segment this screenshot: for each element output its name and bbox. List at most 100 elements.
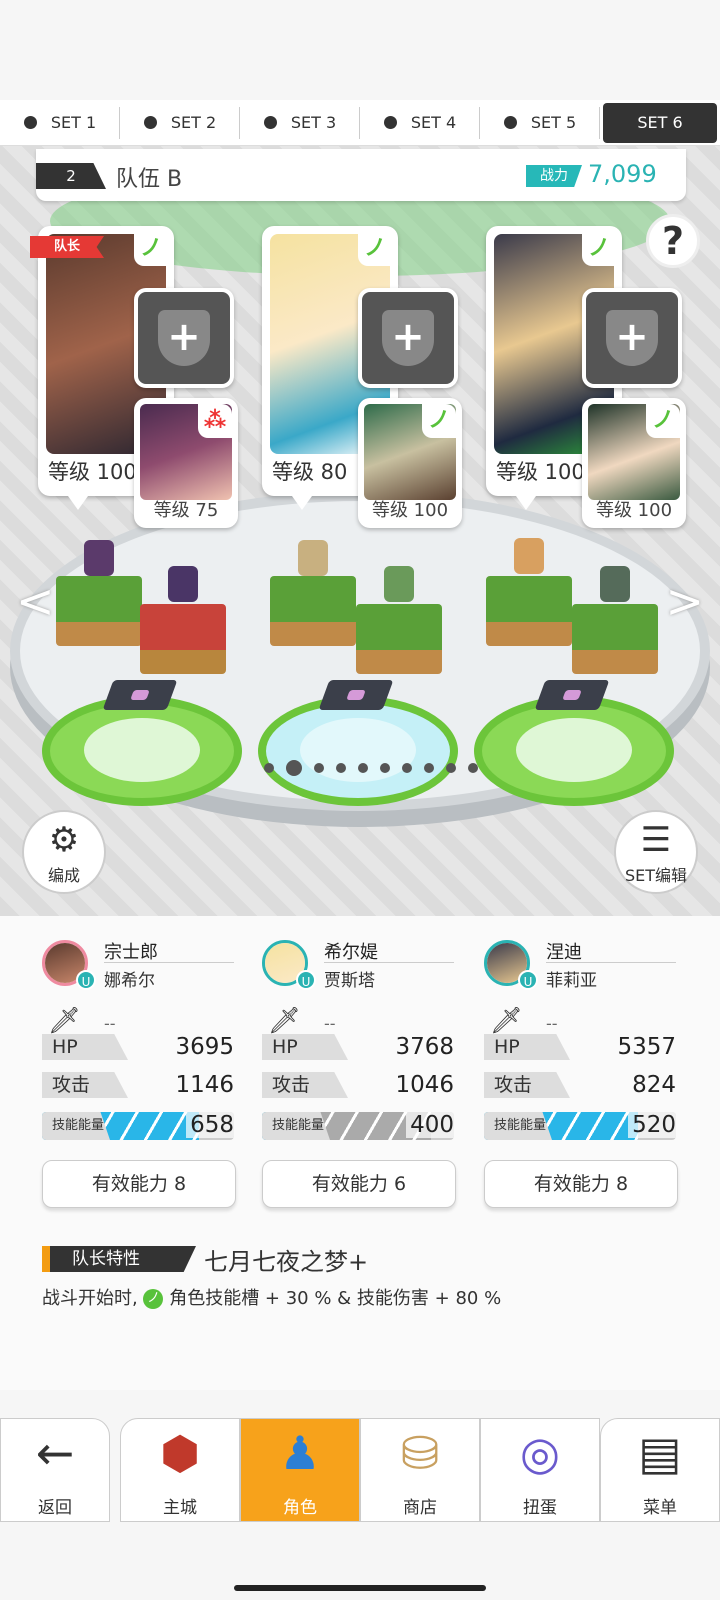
team-stats-panel: U 宗士郎 娜希尔 🗡 -- HP 3695 攻击 1146 技能能量 658 有效…: [0, 916, 720, 1390]
weapon-icon[interactable]: 🗡: [490, 1006, 523, 1036]
bottom-navigation: ← 返回 ⬢ 主城 ♟ 角色 ⛁ 商店 ◎ 扭蛋 ▤ 菜单: [0, 1418, 720, 1522]
page-dot[interactable]: [264, 763, 274, 773]
tab-set-3[interactable]: SET 3: [243, 103, 360, 143]
shop-icon: ⛁: [400, 1426, 440, 1480]
effective-ability-button[interactable]: 有效能力 8: [42, 1160, 236, 1208]
leaf-element-icon: ノ: [134, 232, 168, 266]
atk-value: 1146: [175, 1072, 234, 1098]
help-button[interactable]: ?: [646, 214, 700, 268]
u-badge-icon: U: [76, 970, 96, 990]
next-team-arrow-icon[interactable]: >: [665, 574, 704, 628]
equip-slot-3[interactable]: +: [582, 288, 682, 388]
add-equip-shield-icon: +: [158, 310, 210, 366]
hp-row: HP 3695: [42, 1034, 234, 1062]
nav-character[interactable]: ♟ 角色: [240, 1418, 360, 1522]
nav-label: 主城: [163, 1498, 197, 1518]
set-dot-icon: [263, 116, 277, 129]
name-divider: [546, 962, 676, 963]
tab-set-5[interactable]: SET 5: [483, 103, 600, 143]
character-level: 等级 100: [595, 500, 673, 521]
pixel-block: [56, 576, 142, 646]
formation-pedestal-1[interactable]: [42, 696, 242, 806]
page-dot[interactable]: [336, 763, 346, 773]
nav-back[interactable]: ← 返回: [0, 1418, 110, 1522]
hp-value: 3768: [395, 1034, 454, 1060]
pixel-character-sprite: [84, 540, 114, 576]
nav-shop[interactable]: ⛁ 商店: [360, 1418, 480, 1522]
team-name[interactable]: 队伍 B: [116, 161, 182, 193]
atk-label: 攻击: [484, 1072, 570, 1098]
energy-value: 400: [406, 1112, 454, 1138]
castle-icon: ⬢: [159, 1426, 201, 1480]
atk-row: 攻击 1146: [42, 1072, 234, 1100]
nav-castle[interactable]: ⬢ 主城: [120, 1418, 240, 1522]
tab-label: SET 1: [50, 113, 97, 132]
formation-pedestal-3[interactable]: [474, 696, 674, 806]
page-dot-active[interactable]: [286, 760, 302, 776]
equip-slot-2[interactable]: +: [358, 288, 458, 388]
page-dot[interactable]: [424, 763, 434, 773]
nav-label: 扭蛋: [523, 1498, 557, 1518]
pixel-character-sprite: [168, 566, 198, 602]
power-value: 7,099: [588, 160, 657, 188]
tab-label: SET 5: [530, 113, 577, 132]
atk-value: 824: [632, 1072, 676, 1098]
atk-label: 攻击: [262, 1072, 348, 1098]
set-edit-button[interactable]: ☰ SET编辑: [614, 810, 698, 894]
page-dot[interactable]: [380, 763, 390, 773]
pedestal-center: [516, 718, 632, 782]
pixel-block: [486, 576, 572, 646]
prev-team-arrow-icon[interactable]: <: [16, 574, 55, 628]
tab-set-2[interactable]: SET 2: [123, 103, 240, 143]
leader-ribbon: 队长: [30, 236, 104, 258]
leaf-element-icon: ノ: [422, 404, 456, 438]
nav-gacha[interactable]: ◎ 扭蛋: [480, 1418, 600, 1522]
page-dot[interactable]: [468, 763, 478, 773]
character-level: 等级 75: [153, 500, 219, 521]
equip-slot-1[interactable]: +: [134, 288, 234, 388]
tab-set-6[interactable]: SET 6: [603, 102, 717, 143]
skill-energy-bar: 技能能量 400: [262, 1112, 454, 1140]
page-dot[interactable]: [402, 763, 412, 773]
sub-character-card-1[interactable]: ⁂ 等级 75: [134, 398, 238, 528]
page-dot[interactable]: [314, 763, 324, 773]
tab-label: SET 2: [170, 113, 217, 132]
atk-value: 1046: [395, 1072, 454, 1098]
menu-icon: ▤: [638, 1426, 682, 1480]
nav-menu[interactable]: ▤ 菜单: [600, 1418, 720, 1522]
sub-character-card-3[interactable]: ノ 等级 100: [582, 398, 686, 528]
tab-set-1[interactable]: SET 1: [3, 103, 120, 143]
character-name: 希尔媞: [324, 942, 378, 963]
nav-label: 菜单: [643, 1498, 677, 1518]
formation-tile: [318, 680, 394, 710]
team-number: 2: [36, 163, 106, 189]
formation-pedestal-2[interactable]: [258, 696, 458, 806]
tab-label: SET 3: [290, 113, 337, 132]
atk-row: 攻击 1046: [262, 1072, 454, 1100]
weapon-icon[interactable]: 🗡: [268, 1006, 301, 1036]
formation-gear-icon: ⚙: [48, 820, 80, 860]
dots-element-icon: ⁂: [198, 404, 232, 438]
tab-label: SET 6: [637, 113, 683, 132]
power-label: 战力: [526, 165, 582, 187]
set-dot-icon: [383, 116, 397, 129]
character-icon: ♟: [279, 1426, 321, 1480]
leader-desc-suffix: 角色技能槽 + 30 % & 技能伤害 + 80 %: [169, 1288, 502, 1309]
skill-energy-bar: 技能能量 520: [484, 1112, 676, 1140]
weapon-icon[interactable]: 🗡: [48, 1006, 81, 1036]
energy-label: 技能能量: [484, 1112, 552, 1140]
sub-character-name: 贾斯塔: [324, 971, 375, 991]
home-indicator[interactable]: [234, 1585, 486, 1591]
set-dot-icon: [503, 116, 517, 129]
pixel-character-sprite: [298, 540, 328, 576]
page-dot[interactable]: [358, 763, 368, 773]
effective-ability-button[interactable]: 有效能力 8: [484, 1160, 678, 1208]
tab-set-4[interactable]: SET 4: [363, 103, 480, 143]
character-level: 等级 100: [371, 500, 449, 521]
sub-character-card-2[interactable]: ノ 等级 100: [358, 398, 462, 528]
page-dot[interactable]: [446, 763, 456, 773]
formation-button[interactable]: ⚙ 编成: [22, 810, 106, 894]
effective-ability-button[interactable]: 有效能力 6: [262, 1160, 456, 1208]
hp-value: 3695: [175, 1034, 234, 1060]
leaf-element-icon: ノ: [646, 404, 680, 438]
